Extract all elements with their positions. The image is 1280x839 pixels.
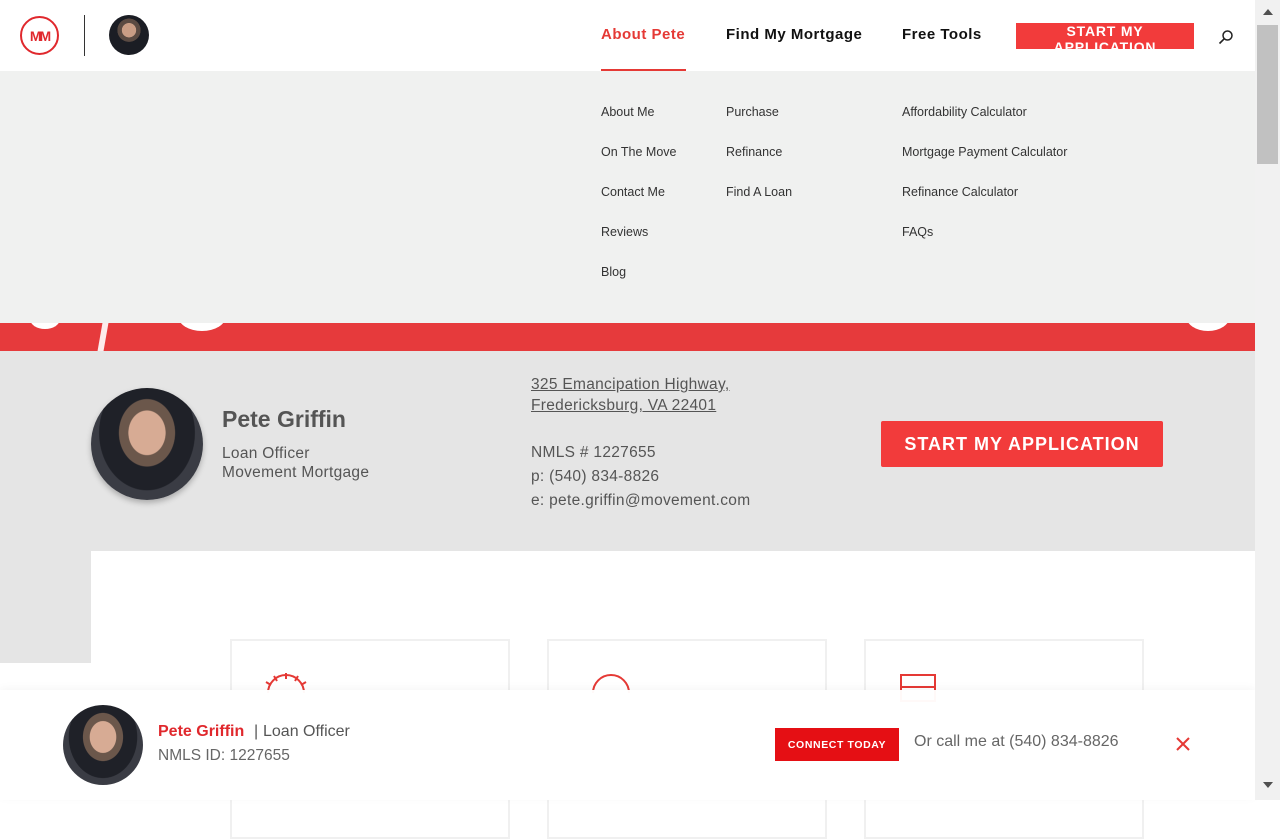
sticky-separator: | bbox=[254, 723, 259, 740]
address-line1-link[interactable]: 325 Emancipation Highway, bbox=[531, 376, 730, 394]
start-application-button[interactable]: START MY APPLICATION bbox=[881, 421, 1163, 467]
nav-about-pete[interactable]: About Pete bbox=[601, 26, 685, 43]
logo-divider bbox=[84, 15, 85, 56]
menu-refinance-calculator[interactable]: Refinance Calculator bbox=[902, 185, 1018, 199]
scroll-up-arrow-icon[interactable] bbox=[1263, 9, 1273, 15]
menu-faqs[interactable]: FAQs bbox=[902, 225, 933, 239]
menu-refinance[interactable]: Refinance bbox=[726, 145, 782, 159]
nav-active-underline bbox=[601, 69, 686, 71]
menu-blog[interactable]: Blog bbox=[601, 265, 626, 279]
scroll-down-arrow-icon[interactable] bbox=[1263, 782, 1273, 788]
profile-photo bbox=[91, 388, 203, 500]
profile-title: Loan Officer bbox=[222, 445, 310, 462]
movement-logo[interactable]: MM bbox=[20, 16, 59, 55]
band-decoration bbox=[30, 323, 60, 329]
nav-find-my-mortgage[interactable]: Find My Mortgage bbox=[726, 26, 862, 43]
call-me-text[interactable]: Or call me at (540) 834-8826 bbox=[914, 733, 1119, 751]
band-stroke bbox=[97, 323, 109, 351]
band-decoration bbox=[178, 323, 226, 331]
profile-phone[interactable]: p: (540) 834-8826 bbox=[531, 468, 659, 486]
header-avatar[interactable] bbox=[109, 15, 149, 55]
nav-dropdown-panel: About Me On The Move Contact Me Reviews … bbox=[0, 71, 1255, 323]
logo-text: MM bbox=[29, 27, 51, 44]
menu-contact-me[interactable]: Contact Me bbox=[601, 185, 665, 199]
menu-reviews[interactable]: Reviews bbox=[601, 225, 648, 239]
sticky-avatar bbox=[63, 705, 143, 785]
scrollbar-thumb[interactable] bbox=[1257, 25, 1278, 164]
profile-name: Pete Griffin bbox=[222, 406, 346, 432]
hero-red-band bbox=[0, 323, 1255, 351]
profile-nmls: NMLS # 1227655 bbox=[531, 444, 656, 461]
header-apply-button[interactable]: START MY APPLICATION bbox=[1016, 23, 1194, 55]
menu-about-me[interactable]: About Me bbox=[601, 105, 655, 119]
sticky-nmls: NMLS ID: 1227655 bbox=[158, 747, 290, 764]
menu-purchase[interactable]: Purchase bbox=[726, 105, 779, 119]
search-icon[interactable] bbox=[1218, 29, 1234, 45]
nav-free-tools[interactable]: Free Tools bbox=[902, 26, 982, 43]
close-icon[interactable] bbox=[1175, 736, 1191, 752]
menu-mortgage-payment-calculator[interactable]: Mortgage Payment Calculator bbox=[902, 145, 1067, 159]
menu-affordability-calculator[interactable]: Affordability Calculator bbox=[902, 105, 1027, 119]
profile-email[interactable]: e: pete.griffin@movement.com bbox=[531, 492, 750, 510]
band-decoration bbox=[1186, 323, 1230, 331]
menu-find-a-loan[interactable]: Find A Loan bbox=[726, 185, 792, 199]
sticky-role: Loan Officer bbox=[263, 723, 350, 740]
sticky-name[interactable]: Pete Griffin bbox=[158, 723, 244, 741]
menu-on-the-move[interactable]: On The Move bbox=[601, 145, 677, 159]
connect-today-button[interactable]: CONNECT TODAY bbox=[775, 728, 899, 761]
address-line2-link[interactable]: Fredericksburg, VA 22401 bbox=[531, 397, 716, 415]
profile-company: Movement Mortgage bbox=[222, 464, 370, 481]
left-strip bbox=[0, 551, 91, 663]
site-header: MM About Pete Find My Mortgage Free Tool… bbox=[0, 0, 1255, 71]
